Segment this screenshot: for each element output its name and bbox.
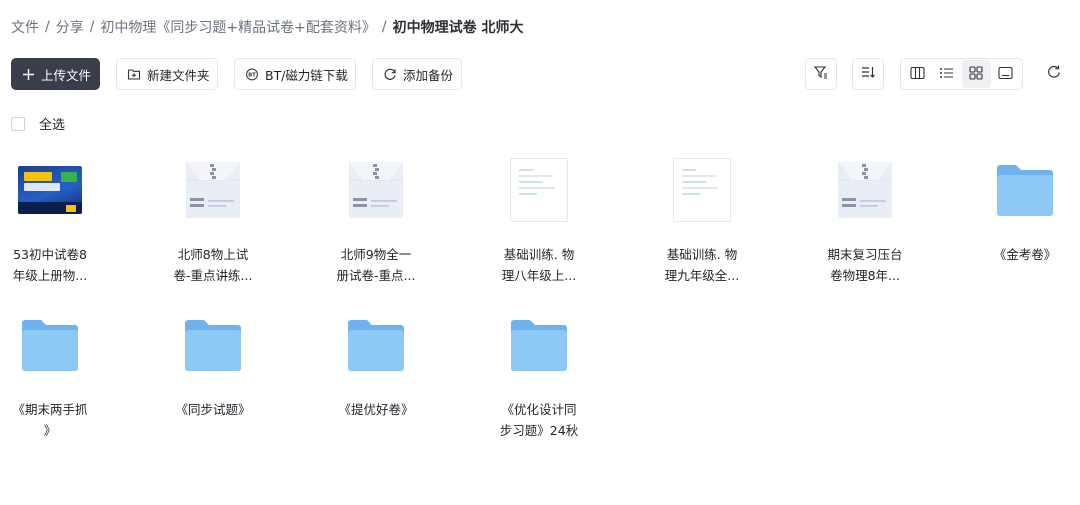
grid-view-button[interactable]	[961, 60, 991, 88]
item-name-line: 《提优好卷》	[338, 402, 414, 417]
breadcrumb-separator: /	[89, 19, 95, 35]
book-cover-thumbnail	[18, 166, 82, 214]
breadcrumb-separator: /	[45, 19, 50, 35]
preview-view-button[interactable]	[991, 60, 1020, 88]
folder-item[interactable]: 《期末两手抓》	[0, 305, 110, 441]
item-name-line: 北师9物全一	[340, 247, 412, 262]
item-name-line: 《优化设计同	[501, 402, 577, 417]
item-name: 基础训练. 物理八年级上...	[479, 244, 599, 286]
item-name-line: 》	[43, 423, 57, 438]
item-name: 基础训练. 物理九年级全...	[642, 244, 762, 286]
folder-item[interactable]: 《同步试题》	[153, 305, 273, 420]
document-thumbnail	[673, 158, 731, 222]
item-name: 《同步试题》	[153, 399, 273, 420]
new-folder-button-label: 新建文件夹	[147, 67, 210, 83]
breadcrumb-separator: /	[381, 19, 387, 35]
item-name: 北师8物上试 卷-重点讲练...	[153, 244, 273, 286]
add-backup-button-label: 添加备份	[403, 67, 454, 83]
zip-archive-icon	[316, 150, 436, 230]
item-name-line: 卷-重点讲练...	[173, 268, 253, 283]
folder-item[interactable]: 《提优好卷》	[316, 305, 436, 420]
item-name: 北师9物全一 册试卷-重点...	[316, 244, 436, 286]
file-item[interactable]: 53初中试卷8 年级上册物...	[0, 150, 110, 286]
book-cover-thumbnail	[0, 150, 110, 230]
item-name-line: 《同步试题》	[175, 402, 251, 417]
folder-item[interactable]: 《优化设计同 步习题》24秋	[479, 305, 599, 441]
upload-button-label: 上传文件	[41, 67, 92, 83]
item-name-line: 理九年级全...	[664, 268, 740, 283]
item-name-line: 年级上册物...	[12, 268, 88, 283]
document-thumbnail	[510, 158, 568, 222]
file-item[interactable]: 基础训练. 物理九年级全...	[642, 150, 762, 286]
file-item[interactable]: 基础训练. 物理八年级上...	[479, 150, 599, 286]
breadcrumb: 文件 / 分享 / 初中物理《同步习题+精品试卷+配套资料》 / 初中物理试卷 …	[11, 16, 524, 38]
list-view-button[interactable]	[932, 60, 961, 88]
folder-item[interactable]: 《金考卷》	[965, 150, 1080, 265]
item-name: 《金考卷》	[965, 244, 1080, 265]
folder-icon	[479, 305, 599, 385]
item-name-line: 理八年级上...	[501, 268, 577, 283]
item-name-line: 53初中试卷8	[13, 247, 87, 262]
breadcrumb-current: 初中物理试卷 北师大	[392, 20, 524, 36]
add-backup-button[interactable]: 添加备份	[372, 58, 462, 90]
item-name: 《提优好卷》	[316, 399, 436, 420]
column-view-button[interactable]	[903, 60, 932, 88]
refresh-button[interactable]	[1043, 63, 1065, 85]
folder-icon	[965, 150, 1080, 230]
file-item[interactable]: 北师9物全一 册试卷-重点...	[316, 150, 436, 286]
item-name-line: 期末复习压台	[827, 247, 903, 262]
columns-icon	[910, 65, 925, 84]
item-name: 《优化设计同 步习题》24秋	[479, 399, 599, 441]
upload-button[interactable]: 上传文件	[11, 58, 100, 90]
folder-icon	[153, 305, 273, 385]
item-name-line: 步习题》24秋	[499, 423, 579, 438]
item-name-line: 《期末两手抓	[12, 402, 88, 417]
zip-archive-icon	[153, 150, 273, 230]
bt-icon: BT	[245, 67, 259, 81]
file-item[interactable]: 北师8物上试 卷-重点讲练...	[153, 150, 273, 286]
item-name: 53初中试卷8 年级上册物...	[0, 244, 110, 286]
new-folder-icon	[127, 67, 141, 81]
select-all-checkbox[interactable]	[11, 116, 25, 131]
document-thumbnail	[642, 150, 762, 230]
toolbar: 上传文件 新建文件夹 BT BT/磁力链下载 添加备份	[11, 58, 1080, 91]
zip-archive-icon	[805, 150, 925, 230]
breadcrumb-item-share[interactable]: 分享	[56, 17, 84, 37]
item-name-line: 卷物理8年...	[830, 268, 900, 283]
select-all[interactable]: 全选	[11, 114, 65, 133]
bt-download-button[interactable]: BT BT/磁力链下载	[234, 58, 356, 90]
item-name-line: 基础训练. 物	[503, 247, 575, 262]
new-folder-button[interactable]: 新建文件夹	[116, 58, 218, 90]
breadcrumb-item-physics-folder[interactable]: 初中物理《同步习题+精品试卷+配套资料》	[100, 17, 375, 37]
refresh-icon	[1046, 64, 1062, 84]
sync-icon	[383, 67, 397, 81]
breadcrumb-item-files[interactable]: 文件	[11, 17, 39, 37]
plus-icon	[22, 67, 35, 81]
folder-icon	[0, 305, 110, 385]
grid-icon	[969, 65, 983, 84]
item-name-line: 《金考卷》	[993, 247, 1057, 262]
item-name: 期末复习压台 卷物理8年...	[805, 244, 925, 286]
svg-text:BT: BT	[248, 72, 256, 78]
list-icon	[939, 65, 954, 84]
item-name-line: 基础训练. 物	[666, 247, 738, 262]
item-name-line: 册试卷-重点...	[336, 268, 416, 283]
sort-icon	[860, 64, 876, 84]
bt-download-button-label: BT/磁力链下载	[265, 67, 348, 83]
document-thumbnail	[479, 150, 599, 230]
filter-icon	[813, 64, 829, 84]
item-name: 《期末两手抓》	[0, 399, 110, 441]
file-item[interactable]: 期末复习压台 卷物理8年...	[805, 150, 925, 286]
item-name-line: 北师8物上试	[177, 247, 249, 262]
select-all-label: 全选	[39, 118, 66, 133]
preview-icon	[998, 65, 1013, 84]
view-mode-group	[900, 58, 1023, 90]
sort-button[interactable]	[852, 58, 884, 90]
folder-icon	[316, 305, 436, 385]
filter-button[interactable]	[805, 58, 837, 90]
